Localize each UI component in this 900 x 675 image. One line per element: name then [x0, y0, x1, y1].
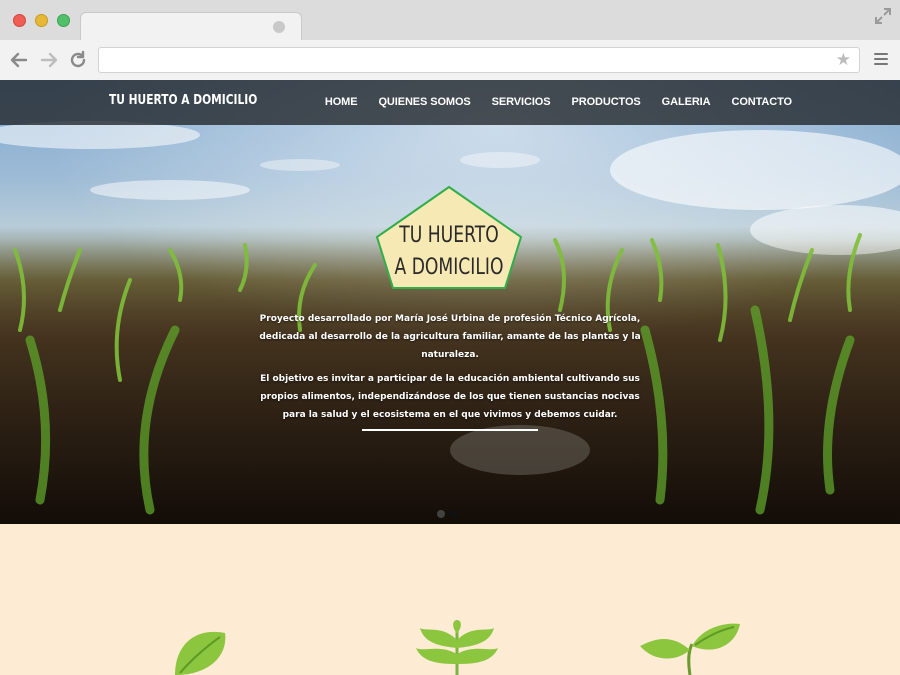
- menu-item-servicios[interactable]: SERVICIOS: [492, 96, 551, 108]
- sprout-icon: [640, 623, 740, 675]
- slider-dot-1[interactable]: [437, 510, 445, 518]
- browser-chrome: ★: [0, 0, 900, 80]
- logo-text-line2: A DOMICILIO: [394, 255, 504, 280]
- site-navbar: TU HUERTO A DOMICILIO HOME QUIENES SOMOS…: [0, 80, 900, 125]
- address-bar[interactable]: ★: [98, 47, 860, 73]
- close-window-button[interactable]: [13, 14, 26, 27]
- hero-background-image: [0, 80, 900, 524]
- herb-icon: [416, 620, 498, 675]
- maximize-window-button[interactable]: [57, 14, 70, 27]
- menu-item-quienes-somos[interactable]: QUIENES SOMOS: [378, 96, 470, 108]
- leaf-icon: [175, 631, 226, 675]
- logo-text-line1: TU HUERTO: [399, 223, 499, 248]
- reload-icon[interactable]: [68, 50, 88, 70]
- browser-tab[interactable]: [80, 12, 302, 40]
- arrow-left-icon[interactable]: [9, 50, 29, 70]
- menu-item-contacto[interactable]: CONTACTO: [731, 96, 792, 108]
- hero-logo: TU HUERTO A DOMICILIO: [374, 185, 524, 290]
- star-icon[interactable]: ★: [836, 51, 851, 69]
- menu-item-galeria[interactable]: GALERIA: [662, 96, 711, 108]
- hero-divider: [362, 429, 538, 431]
- services-section: [0, 524, 900, 675]
- arrow-right-icon[interactable]: [39, 50, 59, 70]
- slider-pagination: [437, 510, 463, 518]
- browser-toolbar: ★: [0, 40, 900, 80]
- slider-dot-2[interactable]: [450, 510, 458, 518]
- tab-close-icon[interactable]: [273, 21, 285, 33]
- menu-item-productos[interactable]: PRODUCTOS: [571, 96, 640, 108]
- main-menu: HOME QUIENES SOMOS SERVICIOS PRODUCTOS G…: [304, 96, 792, 108]
- menu-item-home[interactable]: HOME: [325, 96, 358, 108]
- hero-description: Proyecto desarrollado por María José Urb…: [250, 310, 650, 430]
- hero-paragraph-2: El objetivo es invitar a participar de l…: [260, 374, 640, 420]
- minimize-window-button[interactable]: [35, 14, 48, 27]
- hero-slider: TU HUERTO A DOMICILIO HOME QUIENES SOMOS…: [0, 80, 900, 524]
- webpage: TU HUERTO A DOMICILIO HOME QUIENES SOMOS…: [0, 80, 900, 675]
- hero-paragraph-1: Proyecto desarrollado por María José Urb…: [259, 314, 641, 360]
- hamburger-menu-icon[interactable]: [874, 53, 888, 67]
- site-brand[interactable]: TU HUERTO A DOMICILIO: [109, 93, 257, 108]
- expand-icon[interactable]: [874, 7, 892, 25]
